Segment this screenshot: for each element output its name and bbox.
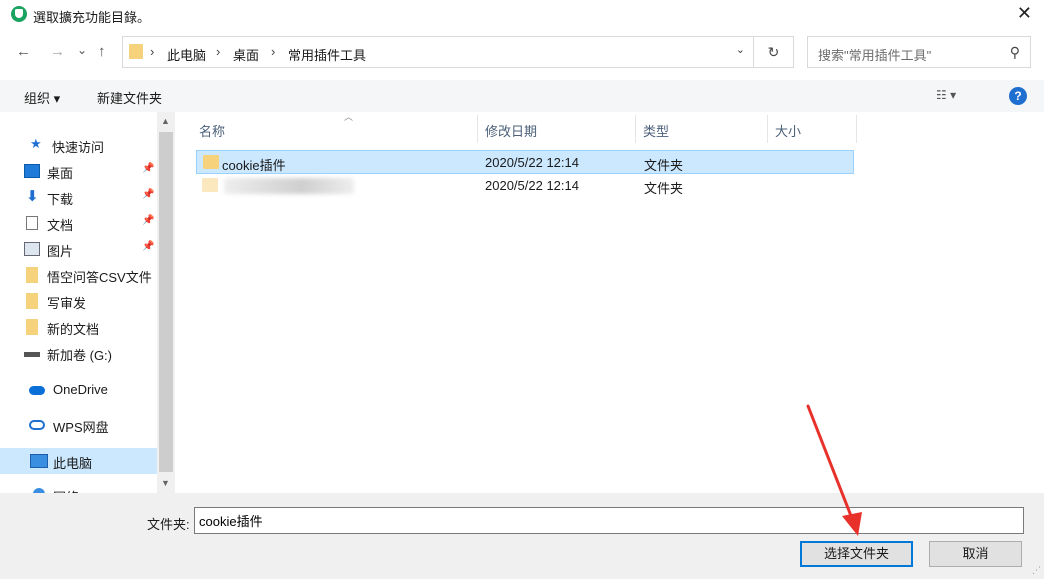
address-bar[interactable]: › 此电脑 › 桌面 › 常用插件工具 ⌄ [122,36,754,68]
refresh-icon[interactable]: ↻ [754,36,794,68]
sidebar-item-label: OneDrive [53,382,108,397]
folder-icon [26,267,38,283]
sidebar-item-label: 新加卷 (G:) [47,348,112,363]
sidebar-item-new-documents[interactable]: 新的文档 [0,314,157,340]
pin-icon[interactable]: 📌 [142,215,154,226]
resize-grip-icon[interactable]: ⋰ [1032,565,1041,576]
sidebar-item-label: 悟空问答CSV文件 [47,270,152,285]
file-modified: 2020/5/22 12:14 [485,155,579,170]
sidebar-item-downloads[interactable]: ⬇ 下载 📌 [0,184,157,210]
column-header-name[interactable]: 名称 [199,115,478,143]
organize-button[interactable]: 组织 ▾ [24,88,60,107]
new-folder-button[interactable]: 新建文件夹 [97,88,162,107]
sidebar-item-label: 下载 [47,192,74,207]
sidebar-item-label: 桌面 [47,166,74,181]
breadcrumb-current-folder[interactable]: 常用插件工具 [288,45,366,64]
forward-arrow-icon[interactable]: → [50,43,65,61]
file-type: 文件夹 [644,158,684,173]
folder-icon [129,44,143,59]
column-header-date[interactable]: 修改日期 [485,115,636,143]
file-modified: 2020/5/22 12:14 [485,178,579,193]
sidebar-item-onedrive[interactable]: OneDrive [0,377,157,403]
help-icon[interactable]: ? [1009,87,1027,105]
picture-icon [24,242,40,256]
breadcrumb-separator: › [216,44,221,59]
breadcrumb-this-pc[interactable]: 此电脑 [167,45,206,64]
pin-icon[interactable]: 📌 [142,241,154,252]
pin-icon[interactable]: 📌 [142,189,154,200]
sidebar-item-documents[interactable]: 文档 📌 [0,210,157,236]
download-icon: ⬇ [26,188,39,205]
sidebar-item-label: 快速访问 [52,140,105,155]
window-title: 選取擴充功能目錄。 [33,10,151,25]
folder-icon [203,155,219,169]
sidebar-item-pictures[interactable]: 图片 📌 [0,236,157,262]
sidebar-item-label: 新的文档 [47,322,100,337]
folder-icon [26,319,38,335]
breadcrumb-separator: › [150,44,155,59]
sidebar-scrollbar[interactable]: ▲ ▼ [157,112,175,493]
sidebar-item-label: WPS网盘 [53,420,109,435]
column-header-type[interactable]: 类型 [643,115,768,143]
redacted-file-name [224,178,354,194]
sidebar-item-label: 写审发 [47,296,87,311]
cancel-button[interactable]: 取消 [929,541,1022,567]
search-placeholder: 搜索"常用插件工具" [818,48,932,63]
cloud-outline-icon [29,420,45,430]
scroll-up-icon[interactable]: ▲ [161,116,170,126]
sidebar-item-quick-access[interactable]: ★ 快速访问 [0,132,157,158]
back-arrow-icon[interactable]: ← [16,43,31,61]
recent-locations-icon[interactable]: ⌄ [77,41,87,59]
close-icon[interactable]: ✕ [1017,3,1032,23]
file-type: 文件夹 [644,181,684,196]
star-icon: ★ [30,136,42,151]
scroll-down-icon[interactable]: ▼ [161,478,170,488]
computer-icon [30,454,48,468]
sidebar-item-desktop[interactable]: 桌面 📌 [0,158,157,184]
document-icon [26,216,38,230]
scrollbar-thumb[interactable] [159,132,173,472]
sidebar-item-label: 文档 [47,218,74,233]
up-arrow-icon[interactable]: ↑ [98,43,106,61]
sidebar-item-wukong-csv[interactable]: 悟空问答CSV文件 [0,262,157,288]
sidebar-item-wps-cloud[interactable]: WPS网盘 [0,412,157,438]
title-bar: 選取擴充功能目錄。 ✕ [0,0,1044,30]
sidebar-item-label: 图片 [47,244,74,259]
chevron-down-icon[interactable]: ⌄ [736,43,745,56]
folder-icon [26,293,38,309]
file-name: cookie插件 [222,158,286,173]
file-row[interactable]: cookie插件 2020/5/22 12:14 文件夹 [196,150,854,174]
sidebar-item-drive-g[interactable]: 新加卷 (G:) [0,340,157,366]
sidebar-item-network[interactable]: 网络 [0,482,157,493]
folder-name-input[interactable] [194,507,1024,534]
desktop-icon [24,164,40,178]
shield-app-icon [11,6,27,22]
folder-icon [202,178,218,192]
navigation-pane: ★ 快速访问 桌面 📌 ⬇ 下载 📌 文档 📌 图片 📌 悟空问答CSV文件 写… [0,112,175,493]
cloud-icon [29,386,45,395]
view-options-icon[interactable]: ☷ ▾ [936,88,956,102]
sidebar-item-this-pc[interactable]: 此电脑 [0,448,157,474]
file-row[interactable]: 2020/5/22 12:14 文件夹 [196,174,854,198]
folder-field-label: 文件夹: [147,517,190,532]
breadcrumb-separator: › [271,44,276,59]
select-folder-button[interactable]: 选择文件夹 [800,541,913,567]
dialog-footer: 文件夹: 选择文件夹 取消 ⋰ [0,493,1044,579]
sidebar-item-xieshenfa[interactable]: 写审发 [0,288,157,314]
command-bar: 组织 ▾ 新建文件夹 ☷ ▾ ? [0,80,1044,112]
search-icon[interactable]: ⚲ [1010,44,1020,61]
drive-icon [24,352,40,357]
sidebar-item-label: 此电脑 [53,456,93,471]
pin-icon[interactable]: 📌 [142,163,154,174]
search-input[interactable]: 搜索"常用插件工具" ⚲ [807,36,1031,68]
column-header-size[interactable]: 大小 [775,115,857,143]
breadcrumb-desktop[interactable]: 桌面 [233,45,259,64]
